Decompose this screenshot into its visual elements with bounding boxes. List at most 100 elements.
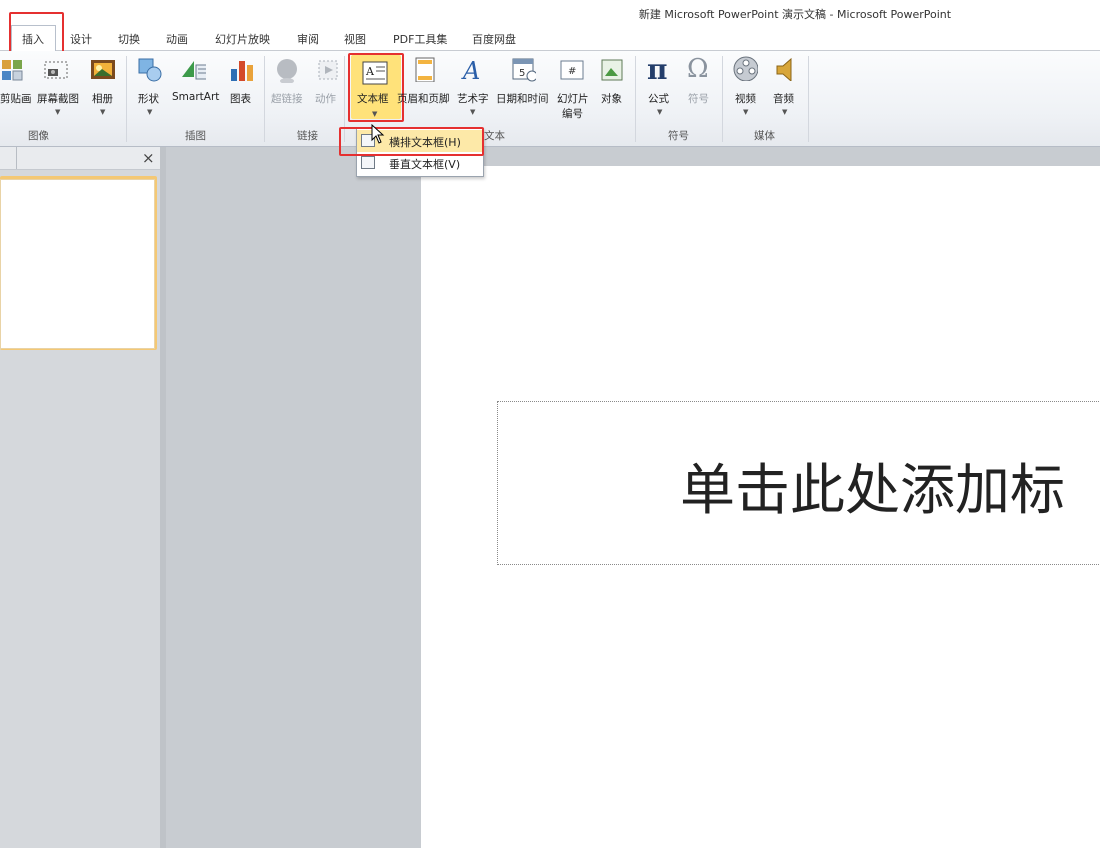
symbol-label: 符号 <box>688 93 709 105</box>
group-label-links: 链接 <box>297 130 318 142</box>
group-separator <box>126 56 127 142</box>
action-label: 动作 <box>315 93 336 105</box>
wordart-caret-icon: ▼ <box>470 108 476 116</box>
audio-caret-icon: ▼ <box>782 108 788 116</box>
tab-animations[interactable]: 动画 <box>166 31 188 47</box>
audio-label: 音频 <box>773 93 794 105</box>
tab-review[interactable]: 审阅 <box>297 31 319 47</box>
wordart-label: 艺术字 <box>457 93 489 105</box>
clipart-label: 剪贴画 <box>0 93 32 105</box>
screenshot-caret-icon: ▼ <box>55 108 61 116</box>
header-footer-button[interactable] <box>414 56 436 84</box>
tab-baidu-netdisk[interactable]: 百度网盘 <box>472 31 516 47</box>
svg-text:A: A <box>461 57 480 82</box>
video-button[interactable] <box>732 55 762 85</box>
action-icon <box>318 60 338 80</box>
chart-icon <box>231 61 253 81</box>
clipart-icon <box>2 60 23 81</box>
audio-icon <box>776 57 792 81</box>
shapes-caret-icon: ▼ <box>147 108 153 116</box>
video-icon <box>733 56 758 81</box>
menu-item-vertical-textbox[interactable]: 垂直文本框(V) <box>357 152 483 174</box>
equation-button[interactable]: π <box>647 53 673 86</box>
svg-text:5: 5 <box>519 68 525 79</box>
group-label-text: 文本 <box>484 130 505 142</box>
textbox-label: 文本框 <box>357 93 389 105</box>
group-label-illustrations: 插图 <box>185 130 206 142</box>
shapes-button[interactable] <box>136 56 164 84</box>
vertical-textbox-icon <box>361 156 375 169</box>
menu-item-label: 垂直文本框(V) <box>389 158 461 171</box>
ribbon <box>0 51 1100 147</box>
hyperlink-label: 超链接 <box>271 93 303 105</box>
tab-transitions[interactable]: 切换 <box>118 31 140 47</box>
equation-caret-icon: ▼ <box>657 108 663 116</box>
menu-item-label: 横排文本框(H) <box>389 136 461 149</box>
group-label-image: 图像 <box>28 130 49 142</box>
wordart-icon: A <box>461 57 480 82</box>
group-separator <box>635 56 636 142</box>
ribbon-tab-strip <box>0 26 1100 51</box>
close-icon[interactable]: × <box>142 149 155 167</box>
equation-icon: π <box>647 53 668 86</box>
symbol-button[interactable]: Ω <box>687 54 713 85</box>
group-separator <box>808 56 809 142</box>
window-title: 新建 Microsoft PowerPoint 演示文稿 - Microsoft… <box>638 8 952 21</box>
textbox-icon: A <box>362 61 388 85</box>
album-icon <box>91 60 115 79</box>
smartart-button[interactable] <box>180 57 212 83</box>
svg-text:A: A <box>365 65 375 78</box>
slide-thumbnail-1[interactable] <box>0 179 155 349</box>
video-caret-icon: ▼ <box>743 108 749 116</box>
title-placeholder-text: 单击此处添加标 <box>680 458 1066 522</box>
hyperlink-icon <box>277 59 297 83</box>
slide-number-button[interactable]: # <box>558 57 586 83</box>
screenshot-button[interactable] <box>42 58 72 84</box>
equation-label: 公式 <box>648 93 669 105</box>
audio-button[interactable] <box>773 55 799 85</box>
group-separator <box>722 56 723 142</box>
datetime-button[interactable]: 5 <box>510 56 540 84</box>
album-caret-icon: ▼ <box>100 108 106 116</box>
wordart-button[interactable]: A <box>459 56 487 84</box>
slide-number-label-line1: 幻灯片 <box>557 93 589 105</box>
textbox-caret-icon: ▼ <box>372 110 378 118</box>
chart-label: 图表 <box>230 93 251 105</box>
screenshot-label: 屏幕截图 <box>37 93 79 105</box>
group-separator <box>264 56 265 142</box>
group-label-symbols: 符号 <box>668 130 689 142</box>
pointer-cursor-icon <box>371 124 385 144</box>
datetime-icon: 5 <box>512 58 536 82</box>
tab-slideshow[interactable]: 幻灯片放映 <box>215 31 270 47</box>
slides-panel-header <box>0 147 163 170</box>
panel-tab-separator <box>16 147 17 169</box>
header-footer-icon <box>415 57 435 82</box>
album-label: 相册 <box>92 93 113 105</box>
tab-view[interactable]: 视图 <box>344 31 366 47</box>
chart-button[interactable] <box>228 57 256 83</box>
smartart-icon <box>182 61 206 80</box>
object-icon <box>601 59 623 81</box>
video-label: 视频 <box>735 93 756 105</box>
tab-insert[interactable]: 插入 <box>22 31 44 47</box>
textbox-button[interactable]: A 文本框 ▼ <box>351 55 401 119</box>
slide-number-icon: # <box>560 60 584 80</box>
object-button[interactable] <box>598 56 626 84</box>
tab-design[interactable]: 设计 <box>70 31 92 47</box>
smartart-label: SmartArt <box>172 91 220 103</box>
action-button[interactable] <box>315 57 341 83</box>
hyperlink-button[interactable] <box>274 57 302 85</box>
datetime-label: 日期和时间 <box>496 93 549 105</box>
screenshot-icon <box>44 61 68 79</box>
tab-pdf-tools[interactable]: PDF工具集 <box>393 31 447 47</box>
album-button[interactable] <box>89 57 117 83</box>
clipart-button[interactable] <box>0 58 26 82</box>
svg-text:#: # <box>568 66 576 77</box>
header-footer-label: 页眉和页脚 <box>397 93 450 105</box>
group-label-media: 媒体 <box>754 130 775 142</box>
shapes-icon <box>138 58 162 82</box>
symbol-icon: Ω <box>687 54 709 84</box>
group-separator <box>344 56 345 142</box>
slide-number-label-line2: 编号 <box>562 108 583 120</box>
object-label: 对象 <box>601 93 622 105</box>
